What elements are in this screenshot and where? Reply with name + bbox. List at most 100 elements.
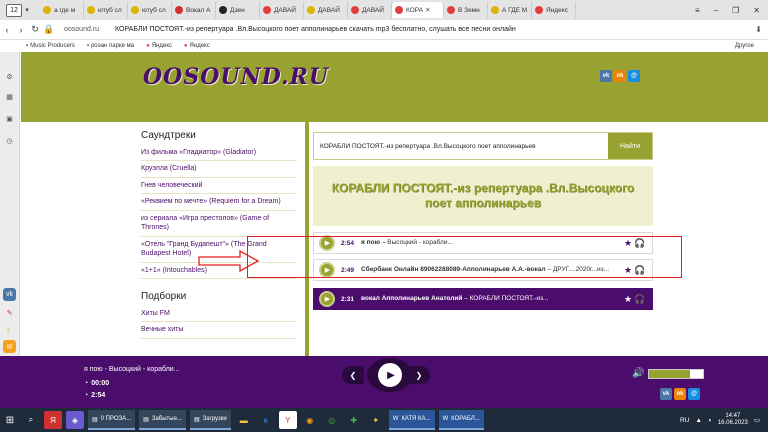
browser-tab[interactable]: ДАВАЙ	[260, 2, 304, 18]
odnoklassniki-icon[interactable]: ok	[674, 388, 686, 400]
player-total: ◔ 2:54	[84, 392, 106, 399]
reload-icon[interactable]: ↻	[28, 24, 42, 35]
play-icon: ▶	[324, 296, 331, 303]
close-window-icon[interactable]: ✕	[753, 6, 760, 15]
social-links: vk ok @	[600, 70, 640, 82]
settings-icon[interactable]: ⚙	[3, 70, 16, 83]
apps-icon[interactable]: ▦	[3, 90, 16, 103]
vk-icon[interactable]: vk	[3, 288, 16, 301]
browser-tab[interactable]: ДАВАЙ	[304, 2, 348, 18]
app-icon[interactable]: ◈	[66, 411, 84, 429]
player-controls: ❮ ▶ ❯	[336, 358, 436, 392]
bookmarks-other[interactable]: Другое	[735, 43, 754, 49]
tab-counter[interactable]: 12	[6, 3, 22, 17]
sidebar-item-collection[interactable]: Хиты FM	[141, 306, 297, 323]
bookmark-yandex-1[interactable]: ● Яндекс	[146, 43, 172, 49]
tab-favicon-icon	[219, 6, 227, 14]
browser-tab[interactable]: Вокал А	[172, 2, 216, 18]
sidebar-item[interactable]: «Реквием по мечте» (Requiem for a Dream)	[141, 194, 297, 211]
browser-tab[interactable]: ютуб сл	[84, 2, 128, 18]
back-icon[interactable]: ‹	[0, 25, 14, 35]
maximize-icon[interactable]: ❐	[732, 6, 739, 15]
lock-icon[interactable]: 🔒	[42, 24, 56, 35]
site-header: OOSOUND.RU vk ok @	[21, 52, 768, 122]
star-icon[interactable]: ★	[622, 294, 634, 305]
volume-slider[interactable]	[648, 368, 705, 379]
url-domain[interactable]: oosound.ru	[64, 26, 99, 33]
taskbar-task-proza[interactable]: ▤ 0 ПРОЗА...	[88, 410, 136, 430]
game-icon[interactable]: ✦	[367, 411, 385, 429]
player-app-icon[interactable]: ◉	[301, 411, 319, 429]
chrome-icon[interactable]: ◎	[323, 411, 341, 429]
windows-start-icon[interactable]: ⊞	[0, 408, 20, 432]
download-icon[interactable]: ⬇	[755, 25, 762, 34]
sidebar-item[interactable]: Гнев человеческий	[141, 178, 297, 195]
track-name[interactable]: вокал Апполинарьев Анатолий – КОРАБЛИ ПО…	[361, 295, 622, 303]
mailru-icon[interactable]: @	[628, 70, 640, 82]
browser-tab[interactable]: ДАВАЙ	[348, 2, 392, 18]
search-input[interactable]	[316, 135, 601, 157]
sidebar-item[interactable]: из сериала «Игра престолов» (Game of Thr…	[141, 211, 297, 237]
plus-app-icon[interactable]: ✚	[345, 411, 363, 429]
speaker-icon[interactable]: 🔊	[632, 368, 644, 379]
pinterest-icon[interactable]: ✎	[3, 306, 16, 319]
calendar-icon[interactable]: ▣	[3, 112, 16, 125]
taskbar-word-2[interactable]: W КОРАБЛ...	[438, 410, 484, 430]
sidebar-item[interactable]: Из фильма «Гладиатор» (Gladiator)	[141, 145, 297, 162]
sidebar-item-collection[interactable]: Вечные хиты	[141, 322, 297, 339]
mailru-icon[interactable]: @	[688, 388, 700, 400]
odnoklassniki-icon[interactable]: ok	[614, 70, 626, 82]
close-icon[interactable]: ✕	[425, 6, 430, 14]
previous-button[interactable]: ❮	[342, 366, 364, 384]
tab-label: Дзен	[230, 6, 245, 14]
volume-tray-icon[interactable]: ◖	[708, 417, 712, 424]
browser-tab[interactable]: ютуб сл	[128, 2, 172, 18]
browser-tab[interactable]: В Земн	[444, 2, 488, 18]
bookmark-roehan[interactable]: ▪ роэан парке ма	[87, 43, 134, 49]
history-icon[interactable]: ◷	[3, 134, 16, 147]
browser-tab[interactable]: Дзен	[216, 2, 260, 18]
yandex-browser-icon[interactable]: Я	[44, 411, 62, 429]
taskbar-word-1[interactable]: W КАТЯ КА...	[388, 410, 435, 430]
yandex-icon: ●	[146, 43, 150, 49]
sidebar-item[interactable]: Круэлла (Cruella)	[141, 161, 297, 178]
bookmark-yandex-2[interactable]: ● Яндекс	[184, 43, 210, 49]
edge-icon[interactable]: e	[257, 411, 275, 429]
yandex-icon[interactable]: Y	[278, 411, 297, 429]
bookmark-music-producers[interactable]: ▪ Music Producers	[26, 43, 75, 49]
search-icon[interactable]: ⌕	[22, 411, 40, 429]
taskbar-task-zabytye[interactable]: ▤ Забытые...	[139, 410, 186, 430]
headphones-icon[interactable]: 🎧	[634, 294, 646, 305]
window-controls: ≡ – ❐ ✕	[695, 6, 768, 15]
notifications-icon[interactable]: ▭	[754, 416, 760, 424]
file-explorer-icon[interactable]: ▬	[235, 411, 253, 429]
taskbar-task-downloads[interactable]: ▤ Загрузки	[189, 410, 231, 430]
browser-tab[interactable]: А ГДЕ М	[488, 2, 532, 18]
browser-tab[interactable]: Яндекс	[532, 2, 576, 18]
track-play-button[interactable]: ▶	[319, 291, 335, 307]
tab-favicon-icon	[395, 6, 403, 14]
vk-icon[interactable]: vk	[660, 388, 672, 400]
tab-label: Яндекс	[546, 6, 568, 14]
play-button[interactable]: ▶	[367, 358, 413, 392]
menu-icon[interactable]: ≡	[695, 6, 700, 15]
moon-icon[interactable]: ☾	[3, 324, 16, 337]
yandex-icon: ●	[183, 43, 188, 49]
mail-icon[interactable]: ✉	[3, 340, 16, 353]
tab-label: ютуб сл	[142, 6, 166, 14]
vk-icon[interactable]: vk	[600, 70, 612, 82]
search-button[interactable]: Найти	[608, 133, 652, 159]
site-logo[interactable]: OOSOUND.RU	[143, 64, 329, 90]
clock[interactable]: 14:47 16.06.2023	[718, 413, 748, 427]
minimize-icon[interactable]: –	[714, 6, 718, 15]
forward-icon[interactable]: ›	[14, 25, 28, 35]
network-icon[interactable]: ▲	[695, 417, 701, 424]
url-page-title[interactable]: КОРАБЛИ ПОСТОЯТ.-из репертуара .Вл.Высоц…	[115, 26, 516, 33]
track-row[interactable]: ▶ 2:31 вокал Апполинарьев Анатолий – КОРАБ…	[313, 288, 653, 310]
language-indicator[interactable]: RU	[680, 417, 689, 424]
browser-tab[interactable]: КОРА ✕	[392, 2, 444, 18]
chevron-down-icon[interactable]: ▾	[22, 6, 32, 14]
browser-tab[interactable]: а где м	[40, 2, 84, 18]
tab-label: ДАВАЙ	[318, 6, 340, 14]
next-button[interactable]: ❯	[408, 366, 430, 384]
